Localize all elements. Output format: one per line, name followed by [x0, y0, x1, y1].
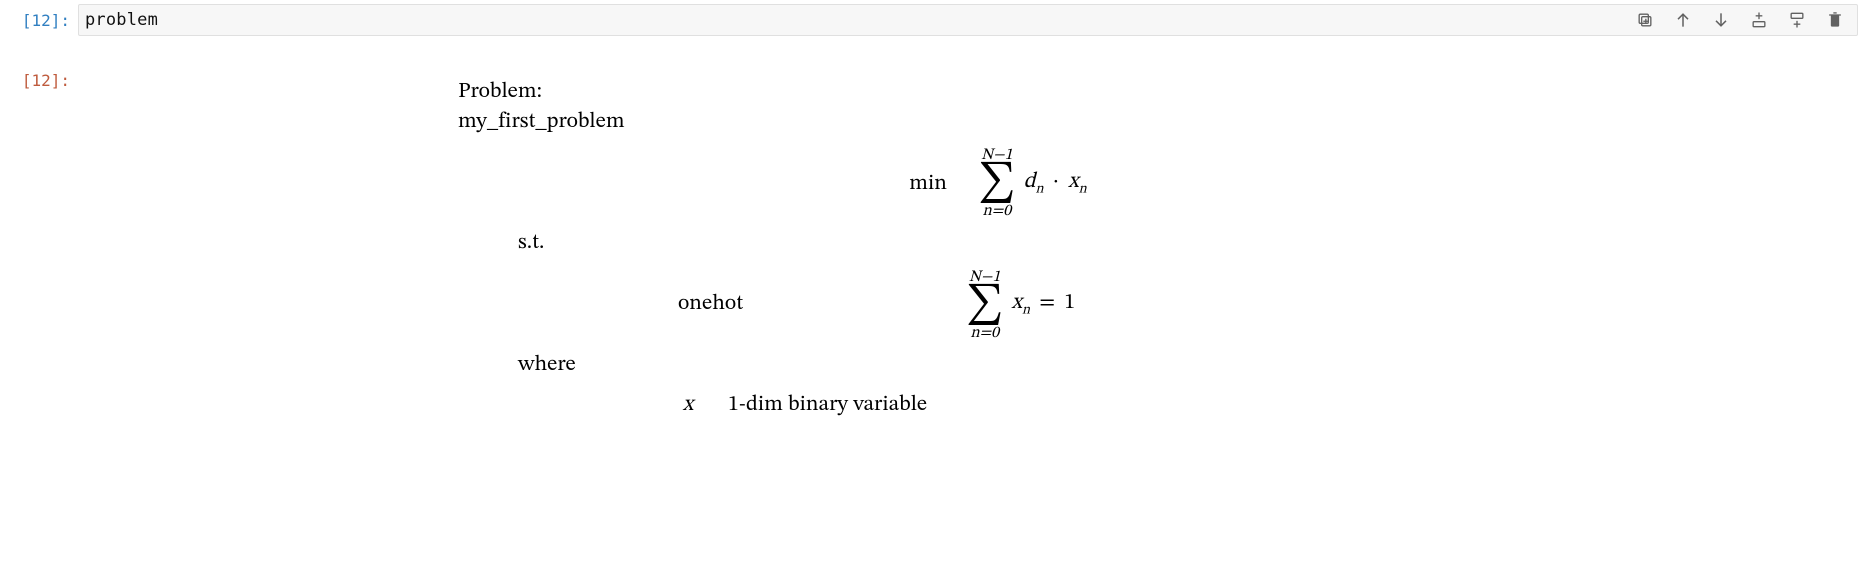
output-cell: [12]: Problem: my_first_problem min N−1: [0, 44, 1868, 430]
duplicate-cell-icon[interactable]: [1635, 10, 1655, 30]
variable-description: 1-dim binary variable: [718, 391, 1278, 421]
variable-row: x 1-dim binary variable: [458, 391, 1278, 421]
problem-heading-label: Problem: my_first_problem: [458, 78, 718, 137]
problem-heading: Problem: my_first_problem: [458, 78, 1278, 137]
problem-name: my_first_problem: [458, 111, 625, 133]
constraint-name: onehot: [458, 290, 763, 320]
move-down-icon[interactable]: [1711, 10, 1731, 30]
output-prompt: [12]:: [2, 64, 78, 92]
where-label: where: [458, 351, 718, 381]
move-up-icon[interactable]: [1673, 10, 1693, 30]
subject-to-row: s.t.: [458, 229, 1278, 259]
code-input[interactable]: problem: [85, 10, 1621, 30]
insert-above-icon[interactable]: [1749, 10, 1769, 30]
input-prompt: [12]:: [2, 4, 78, 32]
input-cell: [12]: problem: [0, 0, 1868, 44]
where-row: where: [458, 351, 1278, 381]
code-input-area[interactable]: problem: [78, 4, 1858, 36]
insert-below-icon[interactable]: [1787, 10, 1807, 30]
variable-symbol: x: [458, 391, 718, 421]
output-area: Problem: my_first_problem min N−1 ∑ n=0: [78, 64, 1278, 430]
delete-icon[interactable]: [1825, 10, 1845, 30]
objective-min: min: [909, 173, 947, 195]
objective-expression: min N−1 ∑ n=0 dn · xn: [718, 147, 1278, 219]
constraint-expression: N−1 ∑ n=0 xn = 1: [763, 269, 1278, 341]
sum-icon: N−1 ∑ n=0 dn · xn: [978, 147, 1087, 219]
subject-to-label: s.t.: [458, 229, 718, 259]
problem-display: Problem: my_first_problem min N−1 ∑ n=0: [458, 78, 1278, 420]
sum-icon: N−1 ∑ n=0 xn = 1: [966, 269, 1075, 341]
objective-row: min N−1 ∑ n=0 dn · xn: [458, 147, 1278, 219]
constraint-row: onehot N−1 ∑ n=0 xn = 1: [458, 269, 1278, 341]
cell-toolbar: [1621, 10, 1851, 30]
